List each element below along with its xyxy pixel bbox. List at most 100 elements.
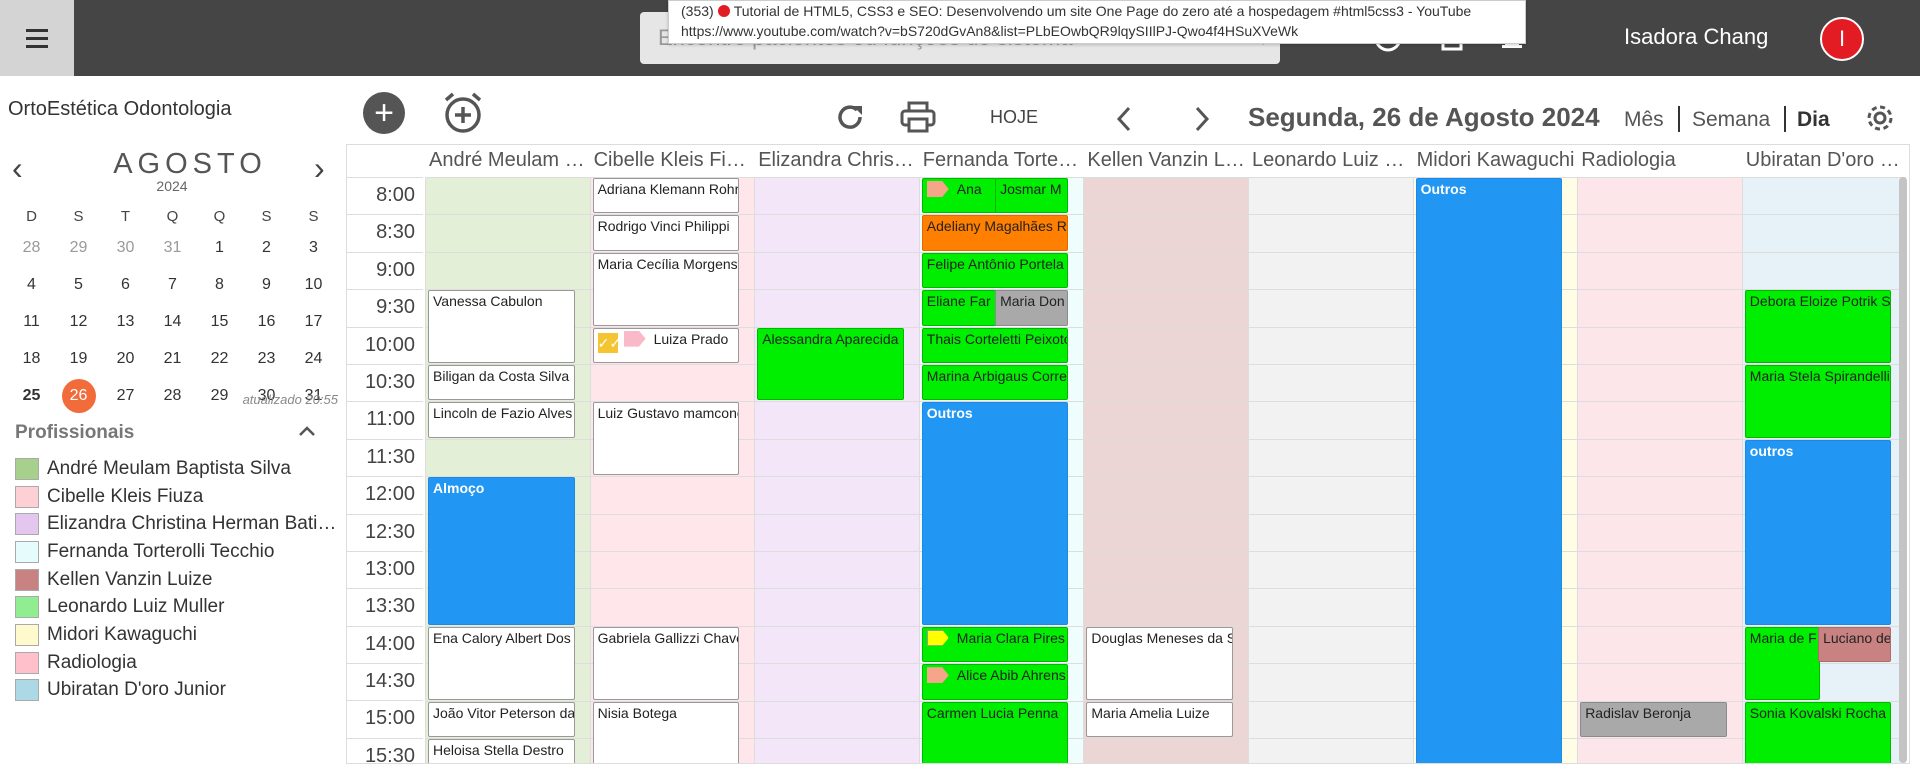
appointment[interactable]: Vanessa Cabulon [428,290,575,363]
column-header[interactable]: André Meulam Baptista Silva [425,145,590,177]
professional-item[interactable]: Leonardo Luiz Muller [15,593,345,621]
professional-column[interactable]: Radislav Beronja [1577,177,1742,763]
print-icon[interactable] [898,100,938,134]
appointment[interactable]: Alessandra Aparecida [757,327,904,401]
calendar-day[interactable]: 18 [8,350,55,368]
calendar-day[interactable]: 21 [149,350,196,368]
calendar-day[interactable]: 15 [196,313,243,331]
professional-column[interactable] [1248,177,1413,763]
add-appointment-button[interactable]: + [363,92,405,134]
appointment[interactable]: Luiz Gustavo mamcono [592,402,740,476]
calendar-day[interactable]: 1 [196,239,243,257]
settings-gear-icon[interactable] [1862,100,1898,136]
calendar-day[interactable]: 22 [196,350,243,368]
calendar-day[interactable]: 25 [8,387,55,405]
user-name[interactable]: Isadora Chang [1624,24,1768,50]
hamburger-menu-button[interactable] [0,0,74,76]
appointment[interactable]: Almoço [428,477,575,625]
today-button[interactable]: HOJE [990,107,1038,128]
alarm-add-icon[interactable] [440,90,486,136]
column-header[interactable]: Midori Kawaguchi [1413,145,1578,177]
appointment[interactable]: Rodrigo Vinci Philippi [592,215,740,251]
appointment[interactable]: Maria Don [995,290,1069,326]
professional-column[interactable]: Adriana Klemann Rohr Rodrigo Vinci Philip… [589,177,755,763]
professional-column[interactable]: Alessandra Aparecida [754,177,919,763]
column-header[interactable]: Fernanda Torterolli Tecchio [919,145,1084,177]
calendar-day[interactable]: 13 [102,313,149,331]
column-header[interactable]: Ubiratan D'oro Junior [1742,145,1907,177]
appointment[interactable]: Luciano de [1818,626,1892,663]
calendar-day[interactable]: 29 [55,239,102,257]
calendar-day[interactable]: 16 [243,313,290,331]
calendar-day[interactable]: 30 [102,239,149,257]
calendar-next-icon[interactable]: › [314,152,325,184]
appointment[interactable]: Carmen Lucia Penna [921,701,1069,763]
calendar-day[interactable]: 27 [102,387,149,405]
appointment[interactable]: Marina Arbigaus Correa [921,365,1069,401]
appointment[interactable]: Douglas Meneses da Silva [1086,626,1233,700]
professional-item[interactable]: Cibelle Kleis Fiuza [15,483,345,511]
appointment[interactable]: ✓✓ Luiza Prado [592,327,740,363]
appointment[interactable]: Lincoln de Fazio Alves [428,402,575,438]
prev-day-icon[interactable] [1110,104,1138,134]
appointment[interactable]: Alice Abib Ahrens [921,664,1069,700]
vertical-scrollbar[interactable] [1899,177,1907,763]
appointment[interactable]: Heloisa Stella Destro [428,739,575,763]
calendar-day[interactable]: 28 [8,239,55,257]
professional-item[interactable]: André Meulam Baptista Silva [15,455,345,483]
professional-item[interactable]: Fernanda Torterolli Tecchio [15,538,345,566]
column-header[interactable]: Elizandra Christina Herman Batista [754,145,919,177]
calendar-day[interactable]: 9 [243,276,290,294]
view-week-button[interactable]: Semana [1692,108,1770,132]
appointment[interactable]: Josmar M [995,178,1069,214]
column-header[interactable]: Radiologia [1577,145,1742,177]
calendar-day[interactable]: 26 [55,378,102,413]
view-day-button[interactable]: Dia [1797,108,1830,132]
professional-column[interactable]: Vanessa Cabulon Biligan da Costa Silva Lin… [425,177,590,763]
professional-item[interactable]: Midori Kawaguchi [15,621,345,649]
appointment[interactable]: Maria de F [1744,626,1821,700]
appointment[interactable]: Thais Corteletti Peixoto [921,327,1069,363]
appointment[interactable]: Maria Clara Pires [921,626,1069,663]
calendar-day[interactable]: 24 [290,350,337,368]
appointment[interactable]: Gabriela Gallizzi Chaves [592,626,740,700]
calendar-day[interactable]: 3 [290,239,337,257]
appointment[interactable]: Ana [921,178,998,214]
user-avatar[interactable]: I [1820,17,1864,61]
column-header[interactable]: Leonardo Luiz Muller [1248,145,1413,177]
appointment[interactable]: Debora Eloize Potrik Silva [1744,290,1892,363]
calendar-day[interactable]: 23 [243,350,290,368]
calendar-day[interactable]: 28 [149,387,196,405]
calendar-day[interactable]: 31 [149,239,196,257]
appointment[interactable]: Radislav Beronja [1580,701,1727,737]
appointment[interactable]: Maria Amelia Luize [1086,701,1233,737]
refresh-icon[interactable] [833,100,867,134]
calendar-day[interactable]: 6 [102,276,149,294]
calendar-day[interactable]: 12 [55,313,102,331]
appointment[interactable]: Eliane Far [921,290,998,326]
professional-item[interactable]: Kellen Vanzin Luize [15,566,345,594]
calendar-day[interactable]: 17 [290,313,337,331]
professional-column[interactable]: Outros [1412,177,1578,763]
appointment[interactable]: Nisia Botega [592,701,740,763]
appointment[interactable]: Biligan da Costa Silva [428,365,575,401]
collapse-chevron-icon[interactable] [298,420,316,443]
calendar-day[interactable]: 7 [149,276,196,294]
next-day-icon[interactable] [1188,104,1216,134]
view-month-button[interactable]: Mês [1624,108,1664,132]
calendar-day[interactable]: 14 [149,313,196,331]
professional-column[interactable]: Ana Josmar M Adeliany Magalhães Ramos Felip… [918,177,1084,763]
calendar-day[interactable]: 20 [102,350,149,368]
calendar-day[interactable]: 5 [55,276,102,294]
appointment[interactable]: Outros [1415,178,1563,763]
column-header[interactable]: Cibelle Kleis Fiuza [590,145,755,177]
appointment[interactable]: Adeliany Magalhães Ramos [921,215,1069,251]
professional-item[interactable]: Elizandra Christina Herman Batista [15,510,345,538]
professional-item[interactable]: Ubiratan D'oro Junior [15,677,345,705]
appointment[interactable]: outros [1744,439,1892,625]
calendar-day[interactable]: 8 [196,276,243,294]
appointment[interactable]: Maria Stela Spirandelli [1744,365,1892,438]
appointment[interactable]: Ena Calory Albert Dos Santos [428,626,575,700]
appointment[interactable]: Outros [921,402,1069,625]
professional-column[interactable]: Debora Eloize Potrik Silva Maria Stela Sp… [1741,177,1907,763]
